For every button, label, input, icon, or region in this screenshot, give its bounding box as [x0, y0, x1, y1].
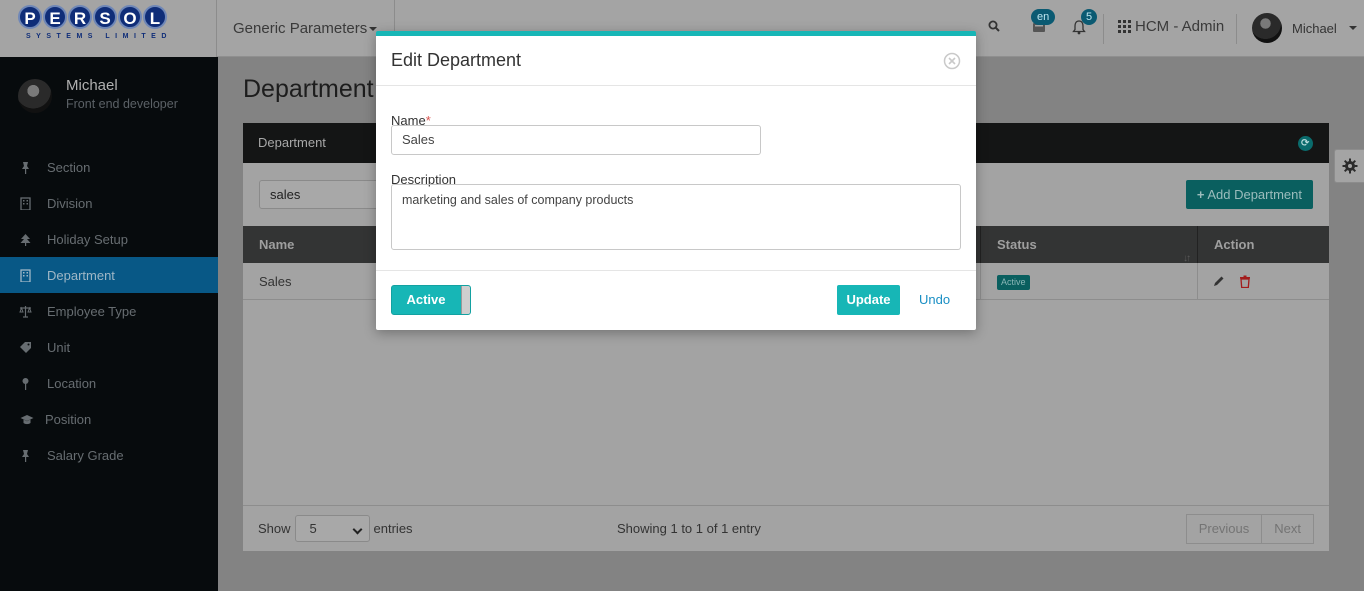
sidebar-item-label: Division — [47, 195, 93, 211]
scale-icon — [19, 305, 32, 318]
add-department-button[interactable]: + Add Department — [1185, 180, 1313, 209]
name-field[interactable]: Sales — [391, 125, 761, 155]
refresh-icon[interactable] — [1298, 124, 1313, 164]
avatar — [1252, 13, 1282, 43]
sidebar-item-location[interactable]: Location — [0, 365, 218, 401]
sidebar-item-label: Section — [47, 159, 91, 175]
table-footer: Show 5 entries Showing 1 to 1 of 1 entry… — [243, 505, 1329, 551]
sidebar-nav: Section Division Holiday Setup Departmen… — [0, 149, 218, 473]
page-title: Department — [243, 75, 374, 103]
toggle-label: Active — [406, 292, 446, 307]
tree-icon — [20, 233, 31, 246]
sidebar-item-label: Holiday Setup — [47, 231, 128, 247]
gear-icon — [1342, 158, 1358, 174]
pencil-icon[interactable] — [1213, 275, 1225, 288]
description-field[interactable]: marketing and sales of company products — [391, 184, 961, 250]
sidebar-item-label: Position — [45, 411, 92, 427]
pagination: Previous Next — [1185, 514, 1314, 544]
sidebar-user-name: Michael — [66, 77, 118, 94]
tag-icon — [20, 341, 31, 353]
caret-down-icon — [1348, 26, 1357, 30]
building-icon — [20, 196, 31, 210]
sidebar-item-unit[interactable]: Unit — [0, 329, 218, 365]
generic-parameters-menu[interactable]: Generic Parameters — [218, 0, 395, 57]
cell-action — [1198, 263, 1329, 299]
sidebar-item-division[interactable]: Division — [0, 185, 218, 221]
plus-icon: + — [1196, 187, 1205, 202]
app-label: HCM - Admin — [1135, 18, 1225, 35]
toggle-knob — [461, 286, 470, 314]
page-size-select[interactable]: 5 — [294, 515, 370, 542]
status-header-label: Status — [997, 237, 1037, 252]
logo-word: P E R S O L — [18, 5, 167, 29]
brand-logo[interactable]: P E R S O L SYSTEMS LIMITED — [0, 0, 217, 57]
sidebar-item-label: Unit — [47, 339, 71, 355]
building-icon — [20, 268, 31, 282]
settings-tab[interactable] — [1334, 149, 1364, 183]
sidebar-item-position[interactable]: Position — [0, 401, 218, 437]
divider — [376, 270, 976, 271]
cell-status: Active — [981, 263, 1198, 299]
sidebar-user: Michael Front end developer — [18, 77, 178, 113]
sidebar-item-department[interactable]: Department — [0, 257, 218, 293]
graduation-cap-icon — [20, 414, 34, 424]
user-menu[interactable]: Michael — [1252, 13, 1357, 43]
pin-icon — [22, 449, 29, 462]
divider — [1103, 14, 1104, 44]
sidebar-user-role: Front end developer — [66, 97, 178, 111]
map-pin-icon — [22, 377, 29, 390]
notification-badge[interactable]: 5 — [1081, 9, 1097, 25]
edit-department-modal: Edit Department Name* Sales Description … — [376, 31, 976, 330]
sidebar-item-holiday-setup[interactable]: Holiday Setup — [0, 221, 218, 257]
sidebar-item-employee-type[interactable]: Employee Type — [0, 293, 218, 329]
sidebar-item-label: Salary Grade — [47, 447, 124, 463]
divider — [1236, 14, 1237, 44]
apps-menu[interactable]: HCM - Admin — [1118, 18, 1224, 35]
sidebar-item-label: Department — [47, 267, 115, 283]
showing-info: Showing 1 to 1 of 1 entry — [617, 521, 761, 536]
sidebar-item-salary-grade[interactable]: Salary Grade — [0, 437, 218, 473]
update-button[interactable]: Update — [837, 285, 900, 315]
active-toggle[interactable]: Active — [391, 285, 471, 315]
entries-label: entries — [373, 521, 413, 536]
sidebar-item-label: Location — [47, 375, 97, 391]
menu-label: Generic Parameters — [233, 20, 368, 37]
previous-button[interactable]: Previous — [1185, 514, 1263, 544]
undo-link[interactable]: Undo — [919, 292, 950, 307]
sidebar-item-label: Employee Type — [47, 303, 137, 319]
avatar — [18, 79, 52, 113]
search-icon[interactable] — [988, 20, 1000, 32]
modal-title: Edit Department — [391, 50, 522, 70]
logo-subtitle: SYSTEMS LIMITED — [26, 33, 172, 40]
user-name: Michael — [1292, 20, 1337, 36]
sidebar-item-section[interactable]: Section — [0, 149, 218, 185]
close-icon[interactable] — [943, 52, 961, 70]
page-size-control: Show 5 entries — [258, 515, 413, 542]
column-header-action: Action — [1214, 237, 1255, 252]
trash-icon[interactable] — [1239, 275, 1251, 288]
grid-icon — [1118, 20, 1131, 33]
add-department-label: Add Department — [1207, 187, 1302, 202]
status-badge: Active — [997, 275, 1030, 291]
show-label: Show — [258, 521, 291, 536]
divider — [376, 85, 976, 86]
language-badge[interactable]: en — [1031, 9, 1056, 25]
panel-title: Department — [258, 135, 326, 150]
pin-icon — [22, 161, 29, 174]
sidebar: Michael Front end developer Section Divi… — [0, 57, 218, 591]
column-header-status[interactable]: Status ↓↑ — [981, 226, 1198, 264]
next-button[interactable]: Next — [1262, 514, 1314, 544]
